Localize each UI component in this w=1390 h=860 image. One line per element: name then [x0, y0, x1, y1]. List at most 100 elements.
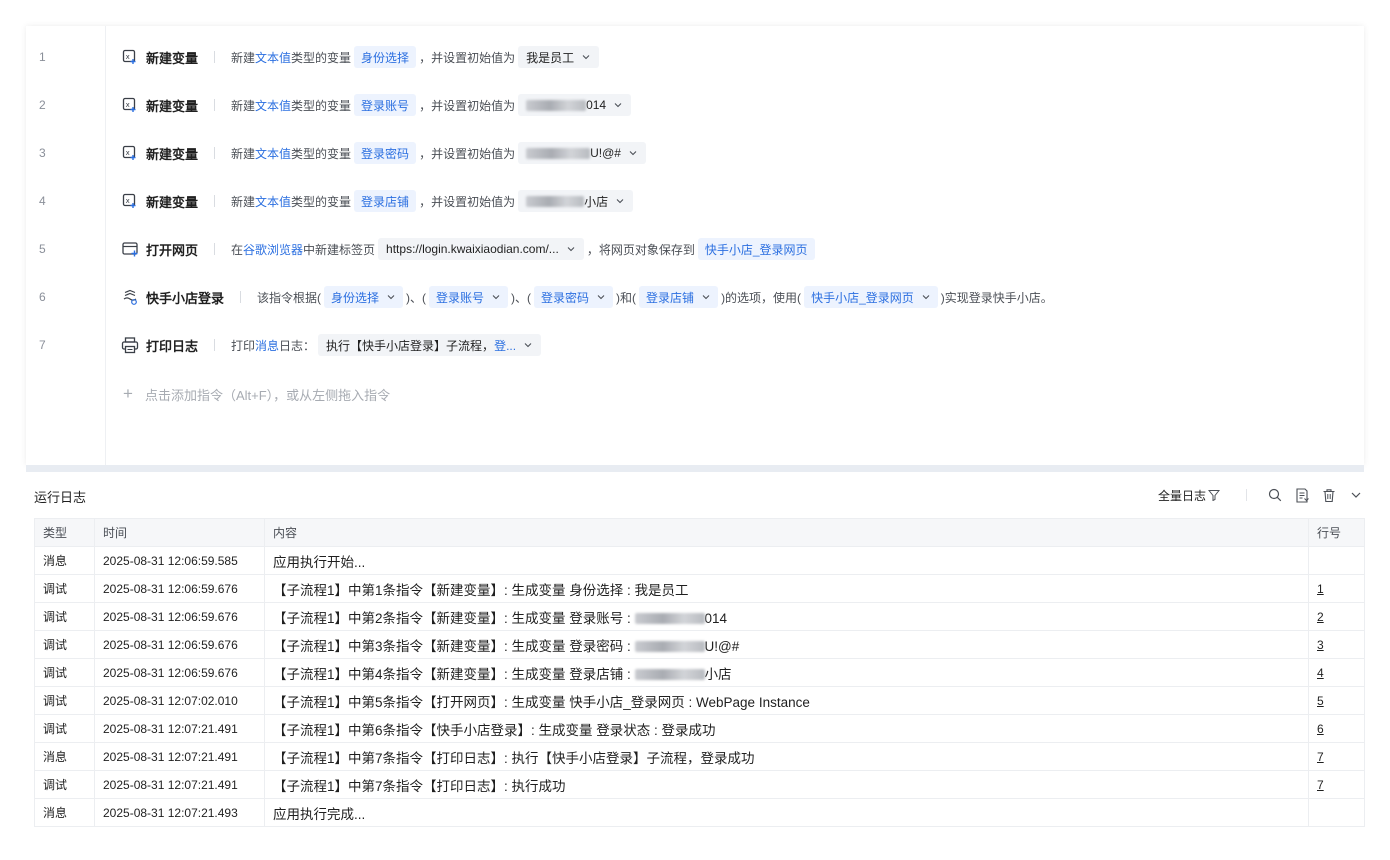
chevron-down-icon[interactable] — [1348, 487, 1364, 503]
log-line-ref — [1308, 798, 1365, 827]
log-content-text: 【子流程1】中第7条指令【打印日志】: 执行成功 — [273, 778, 566, 794]
column-header-time[interactable]: 时间 — [94, 518, 265, 547]
log-content: 【子流程1】中第7条指令【打印日志】: 执行成功 — [264, 770, 1309, 799]
chevron-down-icon — [597, 295, 605, 300]
parameter-select[interactable]: 登录店铺 — [639, 286, 719, 308]
log-message-variable: 登... — [494, 338, 517, 353]
value-type-link[interactable]: 文本值 — [255, 145, 291, 162]
command-row[interactable]: 3 x 新建变量 新建 文本值 类型的变量 登录密码 ，并设置初始值为 U!@# — [26, 138, 1364, 168]
log-content: 应用执行完成... — [264, 798, 1309, 827]
initial-value-select[interactable]: 014 — [518, 94, 632, 116]
parameter-select[interactable]: 登录账号 — [429, 286, 509, 308]
parameter-text: 登录店铺 — [646, 290, 695, 305]
log-content: 【子流程1】中第4条指令【新建变量】: 生成变量 登录店铺 : 小店 — [264, 658, 1309, 687]
initial-value-select[interactable]: 我是员工 — [518, 46, 600, 68]
value-type-link[interactable]: 文本值 — [255, 49, 291, 66]
column-header-content[interactable]: 内容 — [264, 518, 1309, 547]
log-type: 调试 — [34, 602, 95, 631]
command-row[interactable]: 6 快手小店登录 该指令根据(身份选择)、(登录账号)、(登录密码)和(登录店铺)的… — [26, 282, 1364, 312]
log-time: 2025-08-31 12:07:21.493 — [94, 798, 265, 827]
line-number-link[interactable]: 7 — [1317, 778, 1324, 792]
column-header-type[interactable]: 类型 — [34, 518, 95, 547]
command-row[interactable]: 7 打印日志 打印 消息 日志： 执行【快手小店登录】子流程， 登... — [26, 330, 1364, 360]
title-separator — [214, 51, 215, 63]
browser-link[interactable]: 谷歌浏览器 — [243, 241, 303, 258]
svg-text:x: x — [126, 149, 130, 157]
log-row[interactable]: 调试 2025-08-31 12:06:59.676 【子流程1】中第1条指令【新建… — [34, 574, 1365, 603]
initial-value-select[interactable]: U!@# — [518, 142, 646, 164]
log-message-select[interactable]: 执行【快手小店登录】子流程， 登... — [318, 334, 542, 356]
variable-name-tag[interactable]: 登录店铺 — [354, 190, 417, 212]
log-line-ref: 4 — [1308, 658, 1365, 687]
value-type-link[interactable]: 文本值 — [255, 193, 291, 210]
log-time: 2025-08-31 12:06:59.676 — [94, 602, 265, 631]
log-content-tail: U!@# — [704, 638, 740, 654]
add-command-hint[interactable]: + 点击添加指令（Alt+F），或从左侧拖入指令 — [123, 384, 390, 404]
panel-divider[interactable] — [26, 465, 1364, 472]
log-content-text: 【子流程1】中第2条指令【新建变量】: 生成变量 登录账号 : — [273, 610, 635, 626]
svg-text:x: x — [126, 101, 130, 109]
value-type-link[interactable]: 文本值 — [255, 97, 291, 114]
title-separator — [214, 243, 215, 255]
title-separator — [214, 339, 215, 351]
url-text: https://login.kwaixiaodian.com/... — [386, 242, 559, 256]
desc-text: 日志： — [279, 338, 316, 353]
log-row[interactable]: 调试 2025-08-31 12:07:02.010 【子流程1】中第5条指令【打开… — [34, 686, 1365, 715]
log-level-link[interactable]: 消息 — [255, 337, 279, 354]
log-message-text: 执行【快手小店登录】子流程， — [326, 338, 495, 353]
new-variable-icon: x — [121, 192, 139, 210]
line-number-link[interactable]: 5 — [1317, 694, 1324, 708]
title-separator — [240, 291, 241, 303]
trash-icon[interactable] — [1321, 487, 1337, 503]
initial-value-select[interactable]: 小店 — [518, 190, 634, 212]
line-number-link[interactable]: 1 — [1317, 582, 1324, 596]
log-toolbar: 全量日志 — [1158, 486, 1364, 504]
command-row[interactable]: 2 x 新建变量 新建 文本值 类型的变量 登录账号 ，并设置初始值为 014 — [26, 90, 1364, 120]
kuaishou-login-icon — [121, 288, 139, 306]
log-row[interactable]: 调试 2025-08-31 12:07:21.491 【子流程1】中第6条指令【快手… — [34, 714, 1365, 743]
log-row[interactable]: 调试 2025-08-31 12:07:21.491 【子流程1】中第7条指令【打印… — [34, 770, 1365, 799]
url-select[interactable]: https://login.kwaixiaodian.com/... — [378, 238, 584, 260]
chevron-down-icon — [614, 103, 622, 108]
log-row[interactable]: 调试 2025-08-31 12:06:59.676 【子流程1】中第4条指令【新建… — [34, 658, 1365, 687]
initial-value-text: 我是员工 — [526, 50, 575, 65]
parameter-select[interactable]: 登录密码 — [534, 286, 614, 308]
log-filter-dropdown[interactable]: 全量日志 — [1158, 487, 1220, 504]
svg-text:x: x — [126, 53, 130, 61]
parameter-select[interactable]: 快手小店_登录网页 — [804, 286, 938, 308]
chevron-down-icon — [629, 151, 637, 156]
log-row[interactable]: 消息 2025-08-31 12:06:59.585 应用执行开始... — [34, 546, 1365, 575]
svg-text:x: x — [126, 197, 130, 205]
line-number-link[interactable]: 2 — [1317, 610, 1324, 624]
parameter-select[interactable]: 身份选择 — [324, 286, 404, 308]
desc-text: )和( — [616, 290, 637, 305]
line-number: 6 — [39, 290, 46, 304]
line-number-link[interactable]: 3 — [1317, 638, 1324, 652]
log-line-ref — [1308, 546, 1365, 575]
command-row[interactable]: 5 打开网页 在谷歌浏览器 中新建标签页 https://login.kwaixiaod… — [26, 234, 1364, 264]
line-number-link[interactable]: 6 — [1317, 722, 1324, 736]
log-table-header: 类型 时间 内容 行号 — [34, 518, 1365, 547]
log-content-tail: 小店 — [704, 666, 732, 682]
log-row[interactable]: 调试 2025-08-31 12:06:59.676 【子流程1】中第3条指令【新建… — [34, 630, 1365, 659]
variable-name-tag[interactable]: 身份选择 — [354, 46, 417, 68]
line-number-link[interactable]: 4 — [1317, 666, 1324, 680]
command-row[interactable]: 1 x 新建变量 新建 文本值 类型的变量 身份选择 ，并设置初始值为 我是员工 — [26, 42, 1364, 72]
log-line-ref: 3 — [1308, 630, 1365, 659]
column-header-line[interactable]: 行号 — [1308, 518, 1365, 547]
log-content: 【子流程1】中第2条指令【新建变量】: 生成变量 登录账号 : 014 — [264, 602, 1309, 631]
export-log-icon[interactable] — [1294, 487, 1310, 503]
variable-name-tag[interactable]: 快手小店_登录网页 — [697, 238, 815, 260]
search-icon[interactable] — [1267, 487, 1283, 503]
log-content-text: 【子流程1】中第3条指令【新建变量】: 生成变量 登录密码 : — [273, 638, 635, 654]
variable-name-tag[interactable]: 登录账号 — [354, 94, 417, 116]
log-row[interactable]: 消息 2025-08-31 12:07:21.491 【子流程1】中第7条指令【打印… — [34, 742, 1365, 771]
log-time: 2025-08-31 12:07:02.010 — [94, 686, 265, 715]
command-row[interactable]: 4 x 新建变量 新建 文本值 类型的变量 登录店铺 ，并设置初始值为 小店 — [26, 186, 1364, 216]
log-row[interactable]: 调试 2025-08-31 12:06:59.676 【子流程1】中第2条指令【新建… — [34, 602, 1365, 631]
log-row[interactable]: 消息 2025-08-31 12:07:21.493 应用执行完成... — [34, 798, 1365, 827]
log-content-text: 【子流程1】中第7条指令【打印日志】: 执行【快手小店登录】子流程，登录成功 — [273, 750, 755, 766]
variable-name-tag[interactable]: 登录密码 — [354, 142, 417, 164]
log-content: 应用执行开始... — [264, 546, 1309, 575]
line-number-link[interactable]: 7 — [1317, 750, 1324, 764]
